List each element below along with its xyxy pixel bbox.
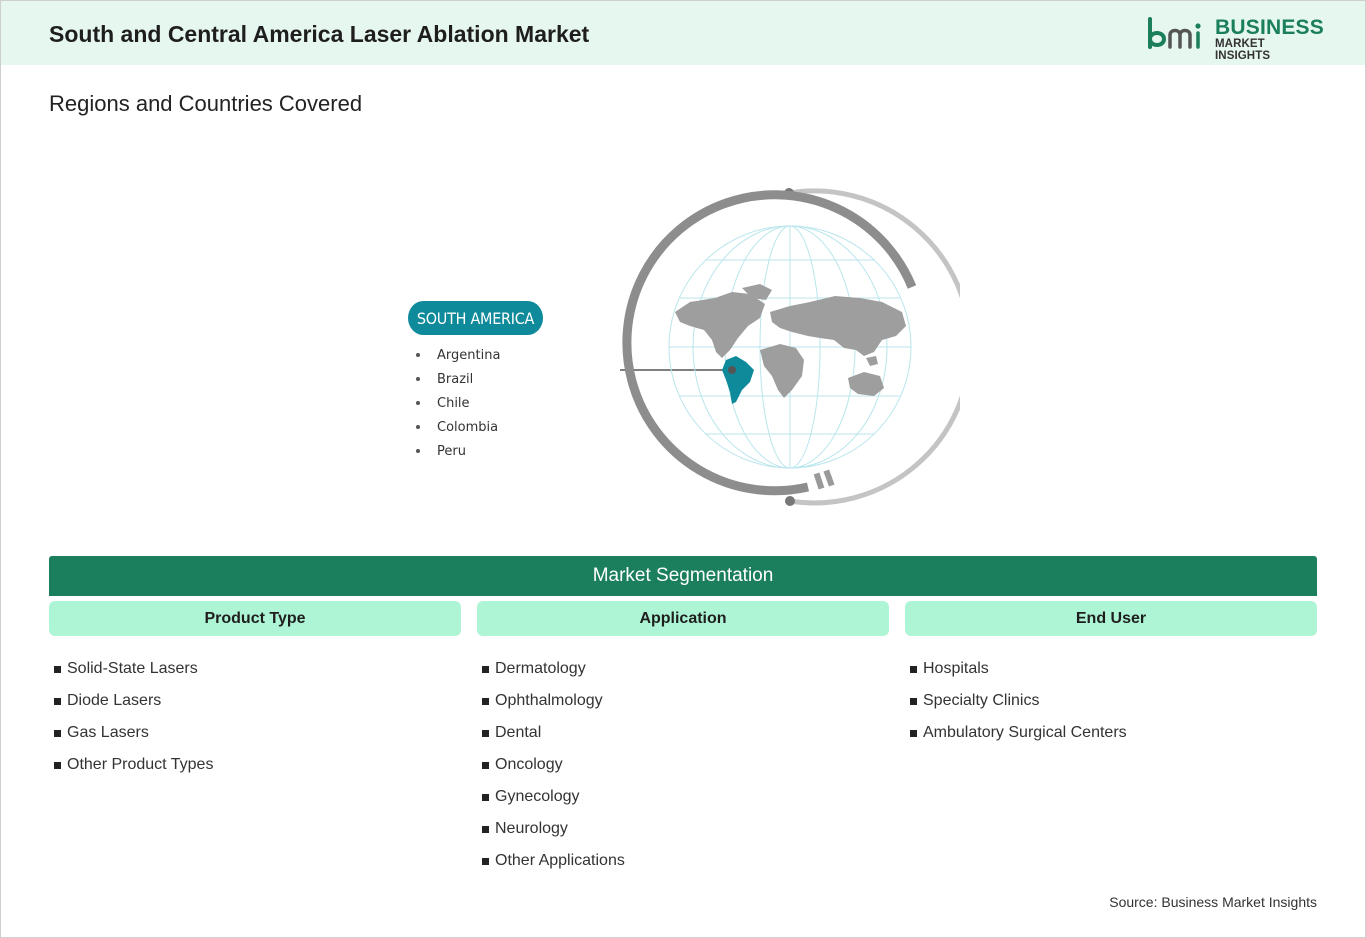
segment-item-label: Oncology — [495, 756, 563, 773]
square-bullet-icon — [910, 729, 917, 737]
bullet-icon — [416, 401, 420, 405]
segment-heading: Product Type — [49, 601, 461, 636]
south-america-highlight — [722, 356, 754, 404]
segment-item-label: Diode Lasers — [67, 692, 162, 709]
segment-column-product-type: Product Type Solid-State Lasers Diode La… — [49, 601, 461, 781]
segment-item-label: Ambulatory Surgical Centers — [923, 724, 1127, 741]
segment-heading: End User — [905, 601, 1317, 636]
segment-item-label: Hospitals — [923, 660, 989, 677]
segment-list: Solid-State Lasers Diode Lasers Gas Lase… — [49, 653, 461, 781]
square-bullet-icon — [482, 857, 489, 865]
segment-item-label: Gynecology — [495, 788, 580, 805]
segment-item-label: Solid-State Lasers — [67, 660, 198, 677]
list-item: Oncology — [482, 749, 889, 781]
country-name: Colombia — [437, 419, 499, 435]
list-item: Dental — [482, 717, 889, 749]
square-bullet-icon — [910, 697, 917, 705]
bullet-icon — [416, 377, 420, 381]
square-bullet-icon — [54, 665, 61, 673]
segment-list: Dermatology Ophthalmology Dental Oncolog… — [477, 653, 889, 877]
list-item: Specialty Clinics — [910, 685, 1317, 717]
bullet-icon — [416, 353, 420, 357]
segment-column-end-user: End User Hospitals Specialty Clinics Amb… — [905, 601, 1317, 749]
segment-heading: Application — [477, 601, 889, 636]
regions-section-title: Regions and Countries Covered — [49, 91, 363, 116]
list-item: Solid-State Lasers — [54, 653, 461, 685]
square-bullet-icon — [910, 665, 917, 673]
country-item: Argentina — [414, 343, 500, 367]
country-item: Brazil — [414, 367, 500, 391]
country-item: Chile — [414, 391, 500, 415]
segment-item-label: Other Applications — [495, 852, 625, 869]
list-item: Dermatology — [482, 653, 889, 685]
source-credit: Source: Business Market Insights — [1109, 894, 1317, 910]
square-bullet-icon — [482, 793, 489, 801]
segment-item-label: Neurology — [495, 820, 568, 837]
list-item: Ambulatory Surgical Centers — [910, 717, 1317, 749]
square-bullet-icon — [482, 665, 489, 673]
list-item: Gas Lasers — [54, 717, 461, 749]
list-item: Hospitals — [910, 653, 1317, 685]
square-bullet-icon — [54, 697, 61, 705]
segment-column-application: Application Dermatology Ophthalmology De… — [477, 601, 889, 877]
page-title: South and Central America Laser Ablation… — [49, 21, 590, 47]
square-bullet-icon — [482, 761, 489, 769]
list-item: Other Applications — [482, 845, 889, 877]
bmi-logo: BUSINESS MARKET INSIGHTS — [1146, 15, 1324, 62]
segment-item-label: Other Product Types — [67, 756, 214, 773]
country-name: Argentina — [437, 347, 501, 363]
segment-list: Hospitals Specialty Clinics Ambulatory S… — [905, 653, 1317, 749]
square-bullet-icon — [482, 825, 489, 833]
segment-item-label: Ophthalmology — [495, 692, 603, 709]
logo-text-market-insights: MARKET INSIGHTS — [1215, 38, 1271, 62]
country-item: Peru — [414, 439, 500, 463]
segment-item-label: Dental — [495, 724, 542, 741]
market-segmentation-banner: Market Segmentation — [49, 556, 1317, 596]
world-globe-graphic — [620, 188, 960, 506]
logo-text-business: BUSINESS — [1215, 16, 1324, 39]
region-label-south-america: SOUTH AMERICA — [408, 301, 543, 335]
bmi-logo-icon — [1148, 17, 1201, 49]
country-name: Peru — [437, 443, 466, 459]
list-item: Neurology — [482, 813, 889, 845]
bullet-icon — [416, 425, 420, 429]
list-item: Diode Lasers — [54, 685, 461, 717]
segment-item-label: Dermatology — [495, 660, 586, 677]
bullet-icon — [416, 449, 420, 453]
country-name: Chile — [437, 395, 470, 411]
segment-item-label: Gas Lasers — [67, 724, 149, 741]
country-name: Brazil — [437, 371, 474, 387]
square-bullet-icon — [482, 729, 489, 737]
square-bullet-icon — [482, 697, 489, 705]
square-bullet-icon — [54, 761, 61, 769]
list-item: Ophthalmology — [482, 685, 889, 717]
header-bar: South and Central America Laser Ablation… — [1, 1, 1365, 65]
country-list: Argentina Brazil Chile Colombia Peru — [414, 343, 500, 463]
list-item: Other Product Types — [54, 749, 461, 781]
segment-item-label: Specialty Clinics — [923, 692, 1040, 709]
square-bullet-icon — [54, 729, 61, 737]
list-item: Gynecology — [482, 781, 889, 813]
country-item: Colombia — [414, 415, 500, 439]
